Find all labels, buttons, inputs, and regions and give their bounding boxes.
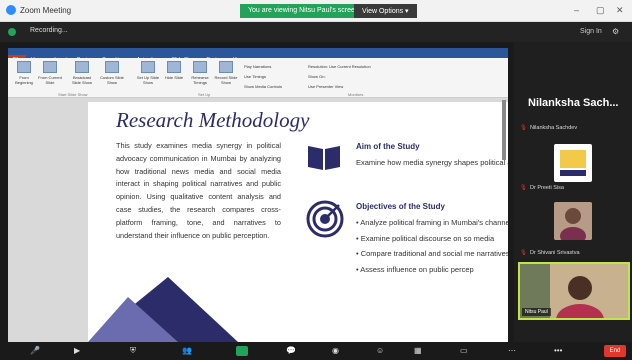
record-button[interactable]: Record Slide Show — [214, 61, 238, 85]
whiteboard-icon[interactable]: ▭ — [460, 346, 468, 355]
setup-icon — [141, 61, 155, 73]
list-item: • Assess influence on public percep — [356, 264, 474, 274]
avatar — [554, 202, 592, 240]
more-icon[interactable]: ⋯ — [508, 346, 516, 355]
hide-slide-icon — [167, 61, 181, 73]
presenter-view-checkbox[interactable]: Use Presenter View — [308, 84, 343, 89]
screen-share-banner: You are viewing Nitsu Paul's screen — [240, 4, 367, 18]
group-monitors: Monitors — [348, 92, 364, 97]
aim-text: Examine how media synergy shapes politic… — [356, 158, 508, 167]
mic-muted-icon: 🎙 — [520, 185, 527, 191]
slideshow-icon — [43, 61, 57, 73]
book-icon — [308, 146, 340, 170]
logo-icon — [560, 150, 586, 176]
show-media-controls-checkbox[interactable]: Show Media Controls — [244, 84, 282, 89]
ribbon-tabs: FileHomeInsertDesignTransitionsAnimation… — [8, 48, 508, 65]
app-title: Zoom Meeting — [6, 5, 71, 15]
set-up-button[interactable]: Set Up Slide Show — [136, 61, 160, 85]
window-title: Zoom Meeting — [20, 5, 72, 15]
participant-label: 🎙 Nilanksha Sachdev — [520, 125, 578, 131]
recording-indicator[interactable]: Recording... — [30, 27, 68, 34]
participant-label: 🎙 Dr Shivani Srivastva — [520, 250, 580, 256]
settings-icon[interactable]: ⚙ — [612, 27, 619, 36]
maximize-button[interactable]: ▢ — [596, 5, 605, 16]
active-video-tile[interactable]: Nitsu Paul — [518, 262, 630, 320]
slideshow-icon — [17, 61, 31, 73]
video-icon[interactable]: ▶ — [74, 346, 80, 355]
close-button[interactable]: ✕ — [616, 5, 624, 16]
list-item: • Compare traditional and social me narr… — [356, 249, 508, 258]
target-icon — [306, 200, 344, 238]
ribbon: From Beginning From Current Slide Broadc… — [8, 58, 508, 98]
apps-icon[interactable]: ▦ — [414, 346, 422, 355]
from-beginning-button[interactable]: From Beginning — [12, 61, 36, 85]
shield-icon[interactable] — [8, 28, 16, 36]
slide[interactable]: Research Methodology This study examines… — [88, 102, 508, 342]
broadcast-icon — [75, 61, 89, 73]
meeting-topbar: Recording... Sign In ⚙ — [0, 22, 632, 42]
participant-label: 🎙 Dr Preeti Sisa — [520, 185, 564, 191]
hide-slide-button[interactable]: Hide Slide — [162, 61, 186, 80]
custom-show-icon — [105, 61, 119, 73]
participant-tile[interactable] — [554, 144, 592, 182]
slide-area: Research Methodology This study examines… — [8, 98, 508, 342]
mic-muted-icon: 🎙 — [520, 125, 527, 131]
sign-in-link[interactable]: Sign In — [580, 28, 602, 35]
from-current-button[interactable]: From Current Slide — [38, 61, 62, 85]
security-icon[interactable]: ⛨ — [130, 346, 136, 356]
mic-muted-icon: 🎙 — [520, 250, 527, 256]
active-speaker-name: Nilanksha Sach... — [528, 97, 619, 109]
objectives-title: Objectives of the Study — [356, 202, 445, 211]
mic-icon[interactable]: 🎤 — [30, 346, 40, 355]
participants-icon[interactable]: 👥 — [182, 346, 192, 355]
zoom-logo-icon — [6, 5, 16, 15]
objectives-list: • Analyze political framing in Mumbai's … — [356, 216, 508, 278]
use-timings-checkbox[interactable]: Use Timings — [244, 74, 266, 79]
participant-tile[interactable] — [554, 202, 592, 240]
record-icon — [219, 61, 233, 73]
view-options-button[interactable]: View Options ▾ — [354, 4, 417, 18]
custom-show-button[interactable]: Custom Slide Show — [100, 61, 124, 85]
show-on-select[interactable]: Show On: — [308, 74, 326, 79]
timer-icon — [193, 61, 207, 73]
record-icon[interactable]: ◉ — [332, 346, 339, 355]
share-screen-icon[interactable] — [236, 346, 248, 356]
aim-title: Aim of the Study — [356, 142, 420, 151]
slide-body-text: This study examines media synergy in pol… — [116, 141, 281, 240]
reactions-icon[interactable]: ☺ — [376, 346, 384, 355]
participants-panel: Nilanksha Sach... 🎙 Nilanksha Sachdev 🎙 Dr… — [514, 42, 632, 342]
rehearse-button[interactable]: Rehearse Timings — [188, 61, 212, 85]
video-name-label: Nitsu Paul — [522, 308, 551, 316]
play-narrations-checkbox[interactable]: Play Narrations — [244, 64, 271, 69]
scrollbar[interactable] — [502, 100, 506, 160]
minimize-button[interactable]: – — [574, 5, 579, 15]
meeting-toolbar: 🎤 ▶ ⛨ 👥 💬 ◉ ☺ ▦ ▭ ⋯ ••• End — [0, 342, 632, 360]
slide-title: Research Methodology — [116, 108, 310, 132]
group-start-slide-show: Start Slide Show — [58, 92, 88, 97]
window-titlebar: Zoom Meeting You are viewing Nitsu Paul'… — [0, 0, 632, 22]
list-item: • Examine political discourse on so medi… — [356, 233, 495, 243]
shared-screen: FileHomeInsertDesignTransitionsAnimation… — [8, 48, 508, 342]
list-item: • Analyze political framing in Mumbai's … — [356, 218, 508, 227]
chat-icon[interactable]: 💬 — [286, 346, 296, 355]
decorative-triangles — [88, 277, 238, 342]
resolution-select[interactable]: Resolution: Use Current Resolution — [308, 64, 371, 69]
group-set-up: Set Up — [198, 92, 211, 97]
broadcast-button[interactable]: Broadcast Slide Show — [70, 61, 94, 85]
more-options-icon[interactable]: ••• — [554, 346, 562, 355]
end-button[interactable]: End — [604, 345, 626, 357]
